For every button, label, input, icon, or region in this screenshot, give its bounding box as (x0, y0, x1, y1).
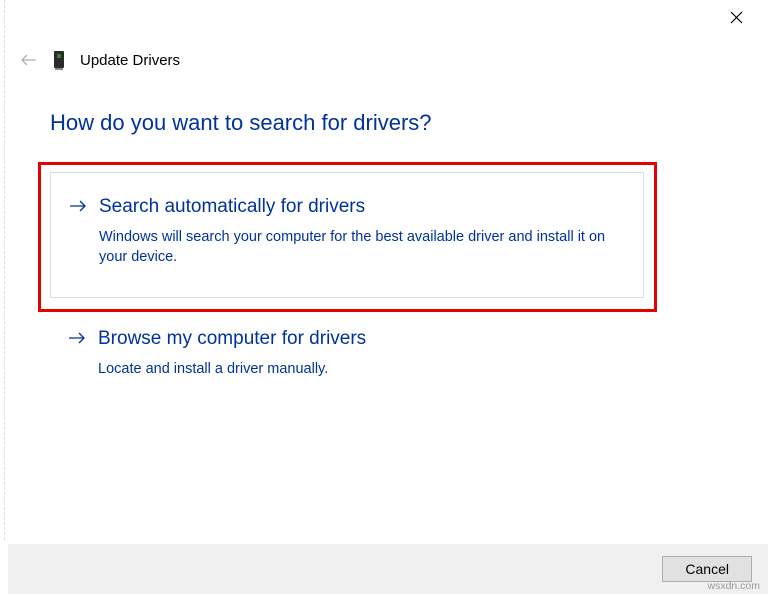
cancel-button[interactable]: Cancel (662, 556, 752, 582)
arrow-right-icon (68, 325, 86, 353)
dialog-header: Update Drivers (20, 50, 180, 71)
option-row: Search automatically for drivers Windows… (69, 193, 619, 268)
option-browse-computer[interactable]: Browse my computer for drivers Locate an… (50, 325, 644, 379)
option-browse-desc: Locate and install a driver manually. (98, 359, 620, 379)
device-icon (52, 51, 66, 71)
option-content: Search automatically for drivers Windows… (99, 193, 619, 268)
left-edge-line (4, 0, 6, 540)
dialog-title: Update Drivers (80, 52, 180, 69)
question-heading: How do you want to search for drivers? (50, 110, 432, 136)
option-search-title: Search automatically for drivers (99, 193, 619, 221)
option-browse-title: Browse my computer for drivers (98, 325, 620, 353)
back-arrow-icon[interactable] (20, 50, 38, 71)
watermark-text: wsxdn.com (707, 580, 760, 592)
dialog-footer: Cancel (8, 544, 768, 594)
close-icon (730, 11, 743, 29)
option-search-automatically[interactable]: Search automatically for drivers Windows… (50, 172, 644, 298)
update-drivers-dialog: Update Drivers How do you want to search… (0, 0, 768, 594)
option-row: Browse my computer for drivers Locate an… (68, 325, 620, 379)
option-search-desc: Windows will search your computer for th… (99, 227, 619, 268)
arrow-right-icon (69, 193, 87, 221)
close-button[interactable] (724, 8, 748, 32)
option-content: Browse my computer for drivers Locate an… (98, 325, 620, 379)
